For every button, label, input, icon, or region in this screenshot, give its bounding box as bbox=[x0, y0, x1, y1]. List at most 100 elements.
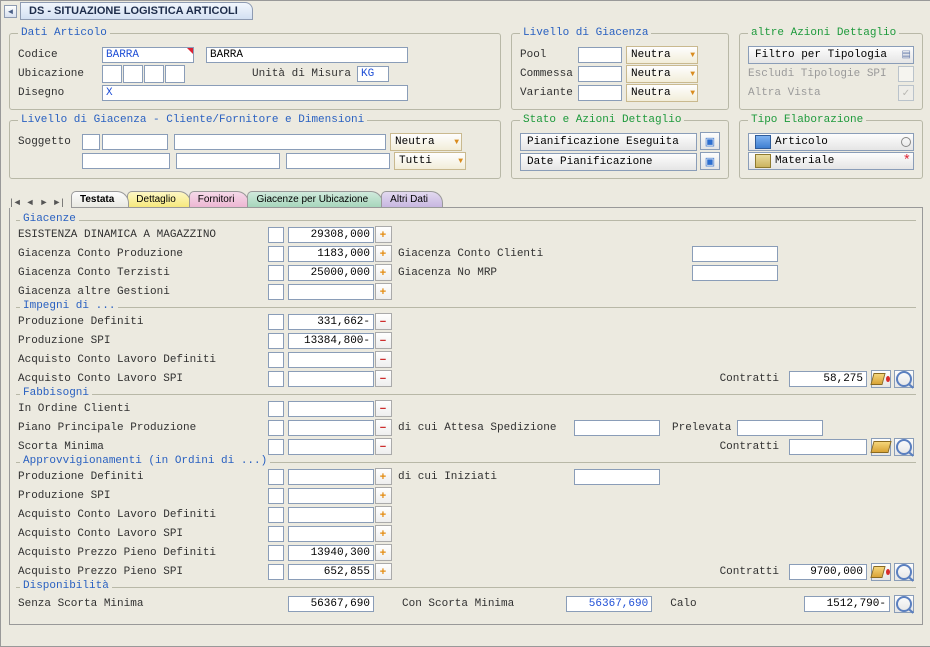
checkbox[interactable] bbox=[268, 439, 284, 455]
input-variante[interactable] bbox=[578, 85, 622, 101]
value-iniziati[interactable] bbox=[574, 469, 660, 485]
input-soggetto-cod[interactable] bbox=[102, 134, 168, 150]
button-pianificazione-eseguita[interactable]: Pianificazione Eseguita bbox=[520, 133, 697, 151]
input-pool[interactable] bbox=[578, 47, 622, 63]
value-a-prod-spi[interactable] bbox=[288, 488, 374, 504]
input-ubic-2[interactable] bbox=[123, 65, 143, 83]
input-soggetto-tipo[interactable] bbox=[82, 134, 100, 150]
plus-icon[interactable]: + bbox=[375, 487, 392, 504]
button-filtro-tipologia[interactable]: Filtro per Tipologia▤ bbox=[748, 46, 914, 64]
select-variante[interactable]: Neutra▼ bbox=[626, 84, 698, 102]
nav-first[interactable]: |◄ bbox=[9, 196, 23, 208]
checkbox[interactable] bbox=[268, 469, 284, 485]
value-a-prod-def[interactable] bbox=[288, 469, 374, 485]
value-giac-terz[interactable] bbox=[288, 265, 374, 281]
plus-icon[interactable]: + bbox=[375, 245, 392, 262]
tab-fornitori[interactable]: Fornitori bbox=[189, 191, 250, 207]
value-contratti-fab[interactable] bbox=[789, 439, 867, 455]
button-articolo[interactable]: Articolo bbox=[748, 133, 914, 151]
value-contratti-imp[interactable] bbox=[789, 371, 867, 387]
minus-icon[interactable]: − bbox=[375, 370, 392, 387]
checkbox[interactable] bbox=[268, 352, 284, 368]
input-dim-1[interactable] bbox=[82, 153, 170, 169]
nav-next[interactable]: ► bbox=[37, 196, 51, 208]
checkbox[interactable] bbox=[268, 564, 284, 580]
input-dim-2[interactable] bbox=[176, 153, 280, 169]
nav-last[interactable]: ►| bbox=[51, 196, 65, 208]
button-materiale[interactable]: Materiale* bbox=[748, 152, 914, 170]
plus-icon[interactable]: + bbox=[375, 468, 392, 485]
input-codice[interactable] bbox=[102, 47, 194, 63]
input-dim-3[interactable] bbox=[286, 153, 390, 169]
input-codice-desc[interactable] bbox=[206, 47, 408, 63]
value-a-lav-spi[interactable] bbox=[288, 526, 374, 542]
value-giac-prod[interactable] bbox=[288, 246, 374, 262]
brick-button[interactable] bbox=[871, 438, 891, 456]
minus-icon[interactable]: − bbox=[375, 332, 392, 349]
value-esistenza[interactable] bbox=[288, 227, 374, 243]
minus-icon[interactable]: − bbox=[375, 351, 392, 368]
value-ordine-clienti[interactable] bbox=[288, 401, 374, 417]
value-giac-clienti[interactable] bbox=[692, 246, 778, 262]
brick-button[interactable] bbox=[871, 563, 891, 581]
checkbox[interactable] bbox=[268, 227, 284, 243]
checkbox[interactable] bbox=[268, 507, 284, 523]
plus-icon[interactable]: + bbox=[375, 226, 392, 243]
checkbox[interactable] bbox=[268, 284, 284, 300]
value-prod-def[interactable] bbox=[288, 314, 374, 330]
search-button[interactable] bbox=[894, 438, 914, 456]
value-contratti-appr[interactable] bbox=[789, 564, 867, 580]
select-pool[interactable]: Neutra▼ bbox=[626, 46, 698, 64]
button-date-pianificazione[interactable]: Date Pianificazione bbox=[520, 153, 697, 171]
plus-icon[interactable]: + bbox=[375, 283, 392, 300]
value-piano-prod[interactable] bbox=[288, 420, 374, 436]
input-soggetto-desc[interactable] bbox=[174, 134, 386, 150]
tab-dettaglio[interactable]: Dettaglio bbox=[127, 191, 190, 207]
checkbox[interactable] bbox=[268, 401, 284, 417]
plus-icon[interactable]: + bbox=[375, 506, 392, 523]
select-commessa[interactable]: Neutra▼ bbox=[626, 65, 698, 83]
checkbox[interactable] bbox=[268, 420, 284, 436]
value-a-pp-spi[interactable] bbox=[288, 564, 374, 580]
minus-icon[interactable]: − bbox=[375, 400, 392, 417]
brick-button[interactable] bbox=[871, 370, 891, 388]
value-acq-lav-def[interactable] bbox=[288, 352, 374, 368]
checkbox[interactable] bbox=[268, 265, 284, 281]
tab-giacenze-ubicazione[interactable]: Giacenze per Ubicazione bbox=[247, 191, 383, 207]
plus-icon[interactable]: + bbox=[375, 264, 392, 281]
minus-icon[interactable]: − bbox=[375, 313, 392, 330]
tab-altri-dati[interactable]: Altri Dati bbox=[381, 191, 443, 207]
run-icon-button[interactable]: ▣ bbox=[700, 132, 720, 150]
value-prelevata[interactable] bbox=[737, 420, 823, 436]
checkbox[interactable] bbox=[268, 333, 284, 349]
checkbox[interactable] bbox=[268, 314, 284, 330]
input-ubic-4[interactable] bbox=[165, 65, 185, 83]
plus-icon[interactable]: + bbox=[375, 563, 392, 580]
value-attesa-sped[interactable] bbox=[574, 420, 660, 436]
value-acq-lav-spi[interactable] bbox=[288, 371, 374, 387]
checkbox[interactable] bbox=[268, 488, 284, 504]
chevron-left-icon[interactable]: ◄ bbox=[4, 5, 17, 18]
value-scorta-min[interactable] bbox=[288, 439, 374, 455]
checkbox[interactable] bbox=[268, 526, 284, 542]
input-ubic-1[interactable] bbox=[102, 65, 122, 83]
value-giac-nomrp[interactable] bbox=[692, 265, 778, 281]
minus-icon[interactable]: − bbox=[375, 419, 392, 436]
input-ubic-3[interactable] bbox=[144, 65, 164, 83]
select-soggetto[interactable]: Neutra▼ bbox=[390, 133, 462, 151]
run-icon-button-2[interactable]: ▣ bbox=[700, 152, 720, 170]
checkbox[interactable] bbox=[268, 371, 284, 387]
input-disegno[interactable] bbox=[102, 85, 408, 101]
search-button-disp[interactable] bbox=[894, 595, 914, 613]
checkbox[interactable] bbox=[268, 545, 284, 561]
value-prod-spi[interactable] bbox=[288, 333, 374, 349]
value-a-lav-def[interactable] bbox=[288, 507, 374, 523]
value-giac-altre[interactable] bbox=[288, 284, 374, 300]
plus-icon[interactable]: + bbox=[375, 544, 392, 561]
select-dim[interactable]: Tutti▼ bbox=[394, 152, 466, 170]
input-commessa[interactable] bbox=[578, 66, 622, 82]
value-a-pp-def[interactable] bbox=[288, 545, 374, 561]
search-button[interactable] bbox=[894, 563, 914, 581]
minus-icon[interactable]: − bbox=[375, 438, 392, 455]
tab-testata[interactable]: Testata bbox=[71, 191, 129, 207]
